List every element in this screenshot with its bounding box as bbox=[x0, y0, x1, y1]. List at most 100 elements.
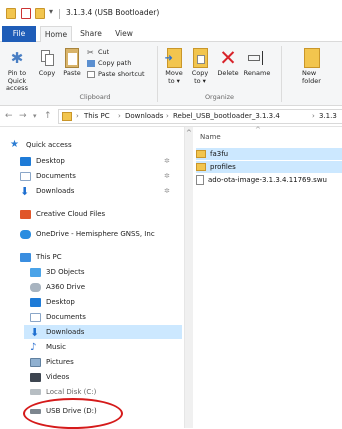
address-bar: ← → ▾ ↑ › This PC › Downloads › Rebel_US… bbox=[0, 106, 342, 127]
cut-button[interactable]: ✂ Cut bbox=[87, 47, 109, 57]
copy-path-icon bbox=[87, 59, 95, 67]
delete-button[interactable]: ✕ Delete bbox=[215, 48, 241, 78]
music-icon: ♪ bbox=[30, 341, 37, 353]
group-separator bbox=[281, 46, 282, 102]
folder-icon bbox=[196, 163, 206, 171]
file-row[interactable]: fa3fu bbox=[196, 148, 342, 160]
back-arrow-icon[interactable]: ← bbox=[5, 110, 13, 122]
file-name: ado-ota-image-3.1.3.4.11769.swu bbox=[208, 176, 327, 184]
nav-onedrive[interactable]: OneDrive - Hemisphere GNSS, Inc bbox=[20, 227, 155, 241]
documents-icon bbox=[20, 171, 31, 181]
nav-pictures[interactable]: Pictures bbox=[30, 355, 74, 369]
copy-to-icon bbox=[192, 48, 208, 68]
desktop-icon bbox=[20, 156, 31, 166]
file-list-pane: ^ Name fa3fu profiles ado-ota-image-3.1.… bbox=[193, 126, 342, 428]
new-folder-label: New folder bbox=[302, 69, 321, 85]
desktop-icon bbox=[30, 297, 41, 307]
new-folder-button[interactable]: New folder bbox=[290, 48, 321, 85]
nav-label: Documents bbox=[46, 313, 86, 321]
file-row[interactable]: ado-ota-image-3.1.3.4.11769.swu bbox=[196, 174, 342, 186]
star-icon: ★ bbox=[10, 138, 19, 150]
nav-label: Local Disk (C:) bbox=[46, 388, 97, 396]
copy-button[interactable]: Copy bbox=[36, 48, 58, 78]
ribbon-tabs: File Home Share View bbox=[0, 26, 342, 42]
nav-label: OneDrive - Hemisphere GNSS, Inc bbox=[36, 230, 155, 238]
paste-button[interactable]: Paste bbox=[60, 48, 84, 78]
quick-access-dropdown-icon[interactable]: ▾ bbox=[49, 7, 53, 16]
properties-icon[interactable] bbox=[21, 8, 31, 19]
copy-icon bbox=[40, 48, 54, 68]
pin-icon[interactable]: ✲ bbox=[164, 157, 170, 165]
navigation-pane: ★ Quick access Desktop ✲ Documents ✲ ⬇ Dow… bbox=[0, 127, 184, 428]
nav-label: Pictures bbox=[46, 358, 74, 366]
pin-to-quick-access-button[interactable]: ✱ Pin to Quick access bbox=[0, 48, 34, 93]
column-header-name[interactable]: Name bbox=[200, 133, 221, 141]
organize-group-label: Organize bbox=[204, 93, 235, 101]
recent-locations-icon[interactable]: ▾ bbox=[33, 110, 37, 122]
copy-path-button[interactable]: Copy path bbox=[87, 58, 131, 68]
pin-icon: ✱ bbox=[10, 49, 24, 67]
nav-quick-documents[interactable]: Documents bbox=[20, 169, 76, 183]
file-icon bbox=[196, 175, 204, 185]
rename-label: Rename bbox=[243, 69, 271, 77]
title-bar: ▾ 3.1.3.4 (USB Bootloader) bbox=[0, 0, 342, 26]
breadcrumb-bootloader[interactable]: Rebel_USB_bootloader_3.1.3.4 bbox=[173, 110, 280, 122]
creative-cloud-icon bbox=[20, 209, 31, 219]
computer-icon bbox=[20, 252, 31, 262]
navigation-scrollbar[interactable]: ^ bbox=[184, 127, 193, 428]
file-name: fa3fu bbox=[210, 150, 229, 158]
sort-indicator-icon: ^ bbox=[255, 126, 261, 134]
tab-share[interactable]: Share bbox=[76, 26, 106, 42]
nav-quick-downloads[interactable]: ⬇ Downloads bbox=[20, 184, 74, 198]
nav-videos[interactable]: Videos bbox=[30, 370, 69, 384]
nav-a360-drive[interactable]: A360 Drive bbox=[30, 280, 85, 294]
paste-shortcut-label: Paste shortcut bbox=[98, 70, 145, 78]
ribbon: ✱ Pin to Quick access Copy Paste ✂ Cut Co… bbox=[0, 42, 342, 106]
downloads-icon: ⬇ bbox=[30, 325, 40, 339]
paste-label: Paste bbox=[63, 69, 81, 77]
nav-label: Music bbox=[46, 343, 66, 351]
nav-3d-objects[interactable]: 3D Objects bbox=[30, 265, 85, 279]
nav-label: Desktop bbox=[46, 298, 75, 306]
nav-documents[interactable]: Documents bbox=[30, 310, 86, 324]
title-separator bbox=[59, 9, 60, 19]
nav-desktop[interactable]: Desktop bbox=[30, 295, 75, 309]
cloud-drive-icon bbox=[30, 282, 41, 292]
new-folder-icon[interactable] bbox=[35, 8, 45, 19]
folder-icon bbox=[62, 112, 72, 121]
nav-label: Downloads bbox=[46, 328, 85, 336]
rename-button[interactable]: Rename bbox=[243, 48, 271, 78]
paste-shortcut-button[interactable]: Paste shortcut bbox=[87, 69, 145, 79]
nav-local-disk[interactable]: Local Disk (C:) bbox=[30, 385, 96, 399]
window-title: 3.1.3.4 (USB Bootloader) bbox=[66, 8, 160, 17]
nav-creative-cloud[interactable]: Creative Cloud Files bbox=[20, 207, 105, 221]
breadcrumb-current[interactable]: 3.1.3 bbox=[319, 110, 337, 122]
group-separator bbox=[157, 46, 158, 102]
breadcrumb-this-pc[interactable]: This PC bbox=[84, 110, 110, 122]
nav-music[interactable]: ♪ Music bbox=[30, 340, 66, 354]
tab-file[interactable]: File bbox=[2, 26, 36, 42]
nav-downloads[interactable]: ⬇ Downloads bbox=[24, 325, 182, 339]
annotation-circle bbox=[23, 398, 123, 429]
up-arrow-icon[interactable]: ↑ bbox=[44, 110, 52, 122]
copy-to-button[interactable]: Copy to ▾ bbox=[188, 48, 212, 85]
tab-home[interactable]: Home bbox=[40, 26, 72, 42]
nav-quick-access[interactable]: ★ Quick access bbox=[10, 138, 72, 152]
breadcrumb-separator: › bbox=[312, 112, 315, 120]
forward-arrow-icon[interactable]: → bbox=[19, 110, 27, 122]
move-to-button[interactable]: ➜ Move to ▾ bbox=[162, 48, 186, 85]
scroll-up-icon[interactable]: ^ bbox=[186, 129, 192, 137]
nav-this-pc[interactable]: This PC bbox=[20, 250, 62, 264]
nav-label: Videos bbox=[46, 373, 70, 381]
copy-path-label: Copy path bbox=[98, 59, 132, 67]
nav-label: Documents bbox=[36, 172, 76, 180]
pin-icon[interactable]: ✲ bbox=[164, 187, 170, 195]
nav-label: 3D Objects bbox=[46, 268, 85, 276]
breadcrumb-downloads[interactable]: Downloads bbox=[125, 110, 163, 122]
folder-icon bbox=[6, 8, 16, 19]
clipboard-group-label: Clipboard bbox=[79, 93, 111, 101]
pin-icon[interactable]: ✲ bbox=[164, 172, 170, 180]
tab-view[interactable]: View bbox=[110, 26, 138, 42]
file-row[interactable]: profiles bbox=[196, 161, 342, 173]
nav-quick-desktop[interactable]: Desktop bbox=[20, 154, 65, 168]
